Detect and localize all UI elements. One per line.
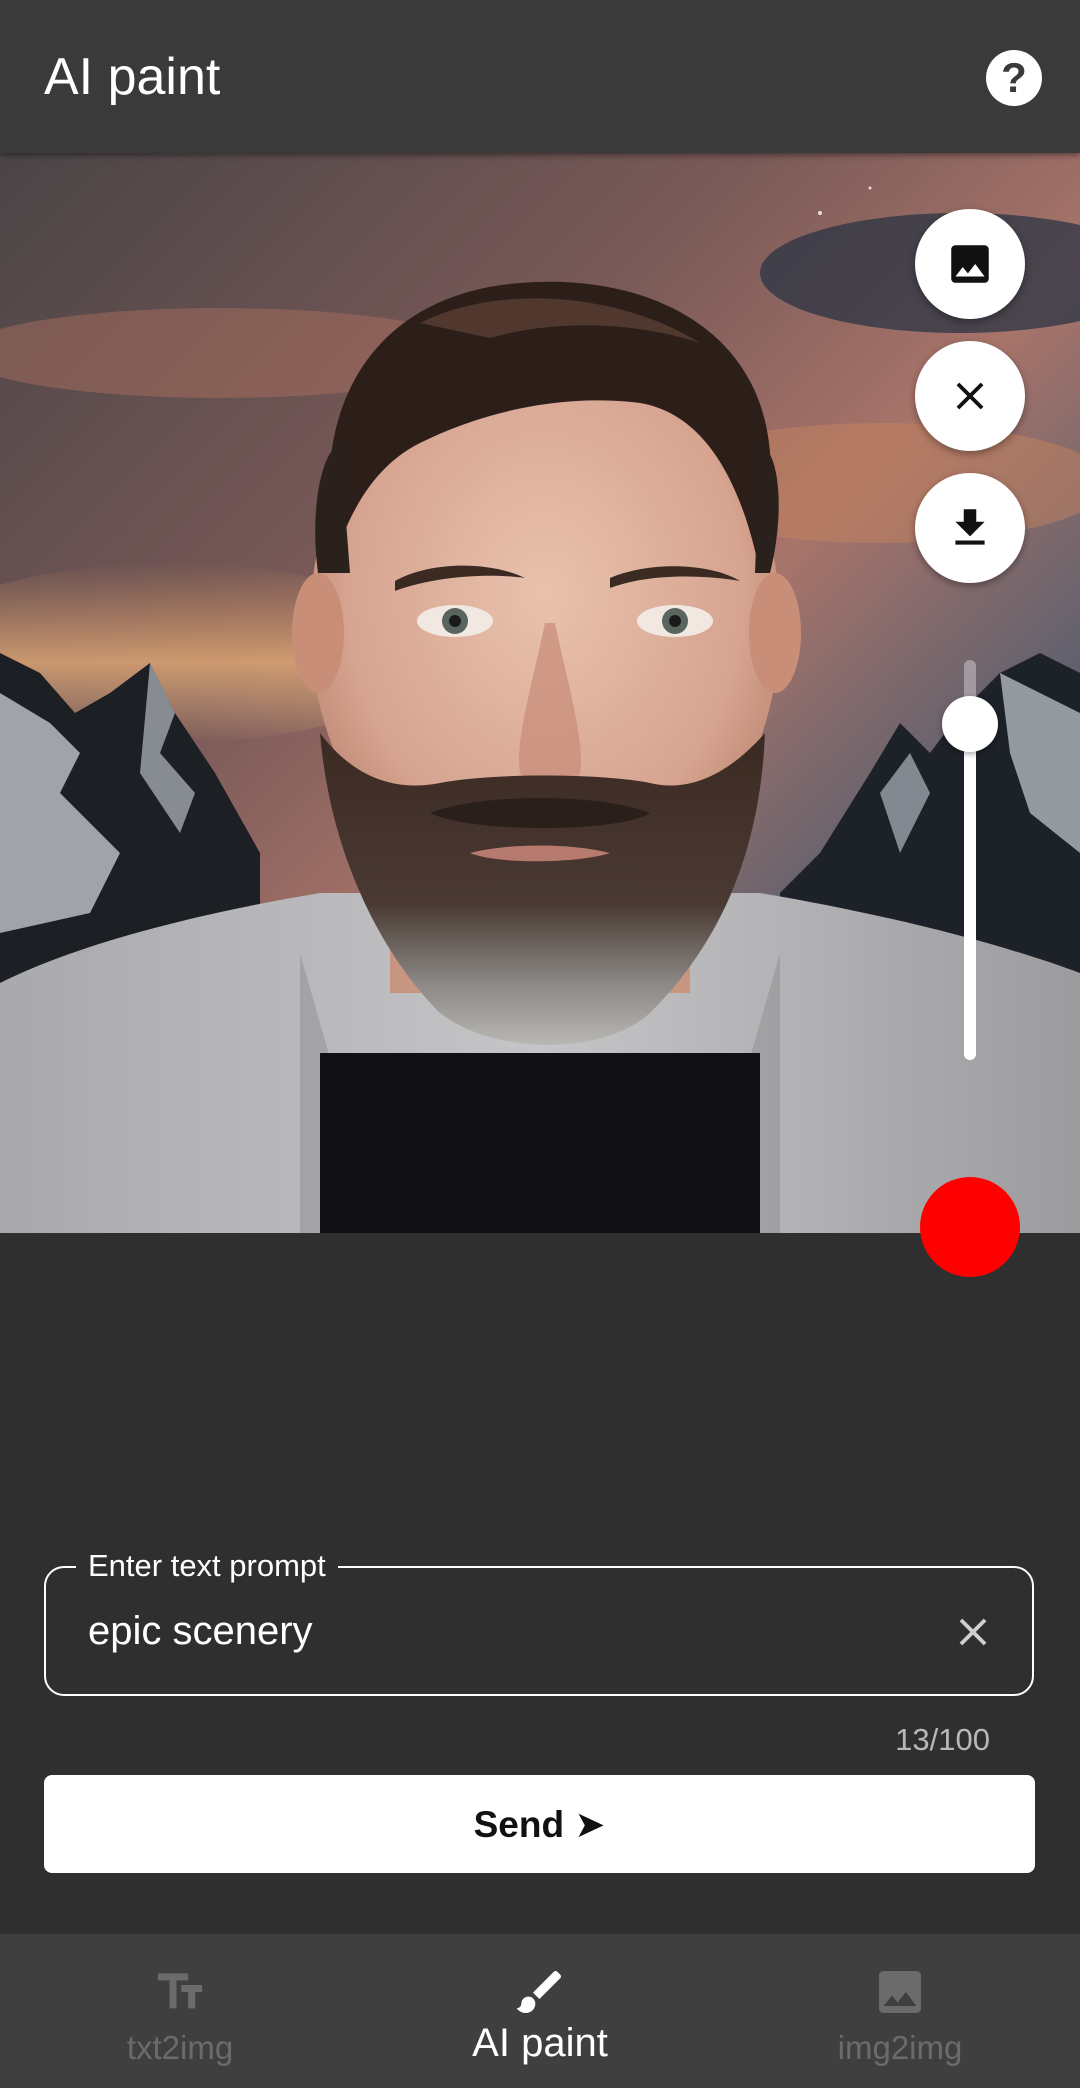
clear-prompt-button[interactable] <box>950 1609 996 1655</box>
page-title: AI paint <box>44 48 221 106</box>
prompt-label: Enter text prompt <box>76 1546 338 1586</box>
bottom-nav: txt2img AI paint img2img <box>0 1934 1080 2088</box>
help-button[interactable]: ? <box>986 50 1042 106</box>
clear-canvas-button[interactable] <box>915 341 1025 451</box>
nav-label: img2img <box>837 2029 963 2066</box>
paint-canvas[interactable] <box>0 153 1080 1233</box>
prompt-value[interactable]: epic scenery <box>88 1606 313 1656</box>
pick-image-button[interactable] <box>915 209 1025 319</box>
nav-item-txt2img[interactable]: txt2img <box>0 1934 360 2088</box>
brush-icon <box>512 1964 568 2020</box>
slider-fill <box>964 724 976 1060</box>
nav-label: AI paint <box>472 2021 608 2065</box>
slider-thumb[interactable] <box>942 696 998 752</box>
prompt-input[interactable]: Enter text prompt epic scenery <box>44 1546 1034 1696</box>
nav-label: txt2img <box>126 2029 234 2066</box>
send-button[interactable]: Send ➤ <box>44 1775 1035 1873</box>
close-icon <box>959 1618 987 1646</box>
app-header: AI paint ? <box>0 0 1080 153</box>
download-icon <box>955 509 985 545</box>
close-icon <box>956 382 984 410</box>
image-icon <box>951 245 989 283</box>
nav-item-img2img[interactable]: img2img <box>720 1934 1080 2088</box>
char-counter: 13/100 <box>895 1722 990 1757</box>
download-button[interactable] <box>915 473 1025 583</box>
text-fields-icon <box>152 1964 208 2020</box>
nav-item-ai-paint[interactable]: AI paint <box>360 1934 720 2088</box>
brush-color-button[interactable] <box>920 1177 1020 1277</box>
brush-size-slider[interactable] <box>942 660 998 1060</box>
help-circle-icon: ? <box>1001 54 1027 101</box>
canvas-image <box>0 153 1080 1233</box>
image-icon <box>872 1964 928 2020</box>
